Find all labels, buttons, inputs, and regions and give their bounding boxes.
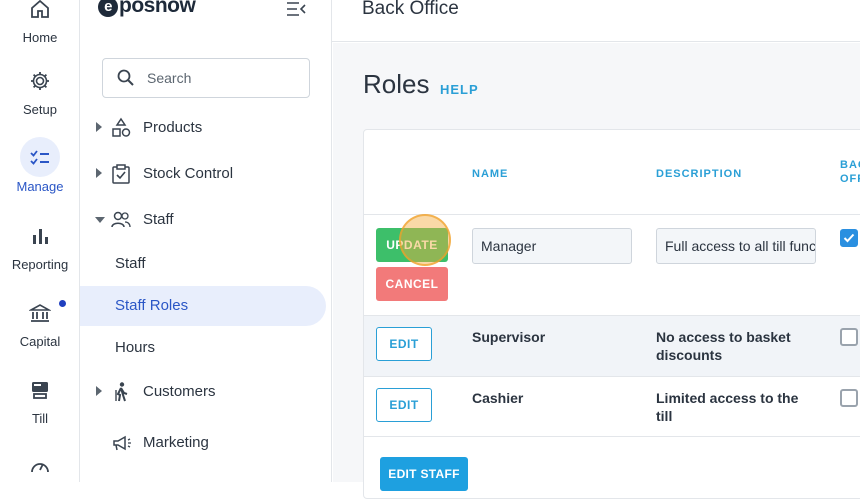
main-content: Roles HELP NAME DESCRIPTION BACOFF UPDAT… xyxy=(333,43,860,499)
rail-item-gauge[interactable] xyxy=(0,446,80,486)
bar-chart-icon xyxy=(20,215,60,255)
caret-right-icon xyxy=(96,386,102,396)
column-header-back-office: BACOFF xyxy=(840,159,860,185)
edit-button[interactable]: EDIT xyxy=(376,327,432,361)
rail-item-till[interactable]: Till xyxy=(0,369,80,426)
row-divider xyxy=(364,214,860,215)
help-link[interactable]: HELP xyxy=(440,82,479,97)
gear-icon xyxy=(20,60,60,100)
rail-item-reporting[interactable]: Reporting xyxy=(0,215,80,272)
sidebar-item-label: Stock Control xyxy=(143,165,234,182)
rail-label: Setup xyxy=(23,102,57,117)
role-description: No access to basket discounts xyxy=(656,329,791,363)
row-divider xyxy=(364,436,860,437)
people-icon xyxy=(111,211,131,228)
role-name-field[interactable]: Manager xyxy=(472,228,632,264)
sidebar-subitem-staff-roles[interactable]: Staff Roles xyxy=(80,286,326,326)
back-office-checkbox[interactable] xyxy=(840,389,858,407)
sidebar-subitem-staff[interactable]: Staff xyxy=(80,244,326,284)
clipboard-check-icon xyxy=(112,164,130,184)
caret-right-icon xyxy=(96,122,102,132)
top-bar: Back Office xyxy=(332,0,860,42)
app-logo[interactable]: e posnow xyxy=(98,0,196,18)
home-icon xyxy=(20,0,60,28)
sidebar-item-stock-control[interactable]: Stock Control xyxy=(80,154,326,194)
role-description-field[interactable]: Full access to all till functions xyxy=(656,228,816,264)
till-icon xyxy=(20,369,60,409)
role-description: Limited access to the till xyxy=(656,390,799,424)
sidebar-item-staff[interactable]: Staff xyxy=(80,200,326,240)
sidebar-item-customers[interactable]: Customers xyxy=(80,372,326,412)
collapse-sidebar-icon[interactable] xyxy=(285,0,309,20)
rail-label: Home xyxy=(22,30,58,45)
row-divider xyxy=(364,376,860,377)
shapes-icon xyxy=(112,117,131,137)
search-placeholder: Search xyxy=(147,70,192,86)
gauge-icon xyxy=(20,446,60,486)
caret-down-icon xyxy=(95,217,105,223)
click-highlight xyxy=(399,214,451,266)
back-office-checkbox[interactable] xyxy=(840,328,858,346)
rail-item-setup[interactable]: Setup xyxy=(0,60,80,117)
edit-button[interactable]: EDIT xyxy=(376,388,432,422)
rail-label: Manage xyxy=(16,179,64,194)
sidebar-item-label: Marketing xyxy=(143,434,209,451)
sidebar: e posnow Search Products Stock Control St… xyxy=(80,0,332,482)
column-header-name: NAME xyxy=(472,168,509,180)
row-divider xyxy=(364,315,860,316)
sidebar-item-marketing[interactable]: Marketing xyxy=(80,423,326,463)
caret-right-icon xyxy=(96,168,102,178)
search-icon xyxy=(117,69,135,92)
rail-item-capital[interactable]: Capital xyxy=(0,292,80,349)
rail-item-manage[interactable]: Manage xyxy=(0,137,80,194)
checklist-icon xyxy=(20,137,60,177)
rail-label: Till xyxy=(31,411,49,426)
edit-staff-button[interactable]: EDIT STAFF xyxy=(380,457,468,491)
app-rail: Home Setup Manage Reporting Capital Till xyxy=(0,0,80,482)
role-name: Supervisor xyxy=(472,329,546,345)
search-input[interactable]: Search xyxy=(102,58,310,98)
sidebar-item-label: Products xyxy=(143,119,203,136)
sidebar-subitem-hours[interactable]: Hours xyxy=(80,328,326,368)
top-bar-title: Back Office xyxy=(362,0,459,19)
person-walking-icon xyxy=(115,382,128,402)
sidebar-item-products[interactable]: Products xyxy=(80,108,326,148)
page-title: Roles xyxy=(363,69,430,99)
megaphone-icon xyxy=(113,435,131,451)
cancel-button[interactable]: CANCEL xyxy=(376,267,448,301)
back-office-checkbox[interactable] xyxy=(840,229,858,247)
column-header-description: DESCRIPTION xyxy=(656,168,743,180)
roles-table: NAME DESCRIPTION BACOFF UPDATE CANCEL Ma… xyxy=(363,129,860,499)
sidebar-item-label: Customers xyxy=(143,383,216,400)
sidebar-item-label: Staff xyxy=(143,211,174,228)
rail-label: Reporting xyxy=(11,257,69,272)
bank-icon xyxy=(20,292,60,332)
role-name: Cashier xyxy=(472,390,524,406)
rail-item-home[interactable]: Home xyxy=(0,0,80,45)
rail-label: Capital xyxy=(19,334,61,349)
notification-dot xyxy=(59,300,66,307)
